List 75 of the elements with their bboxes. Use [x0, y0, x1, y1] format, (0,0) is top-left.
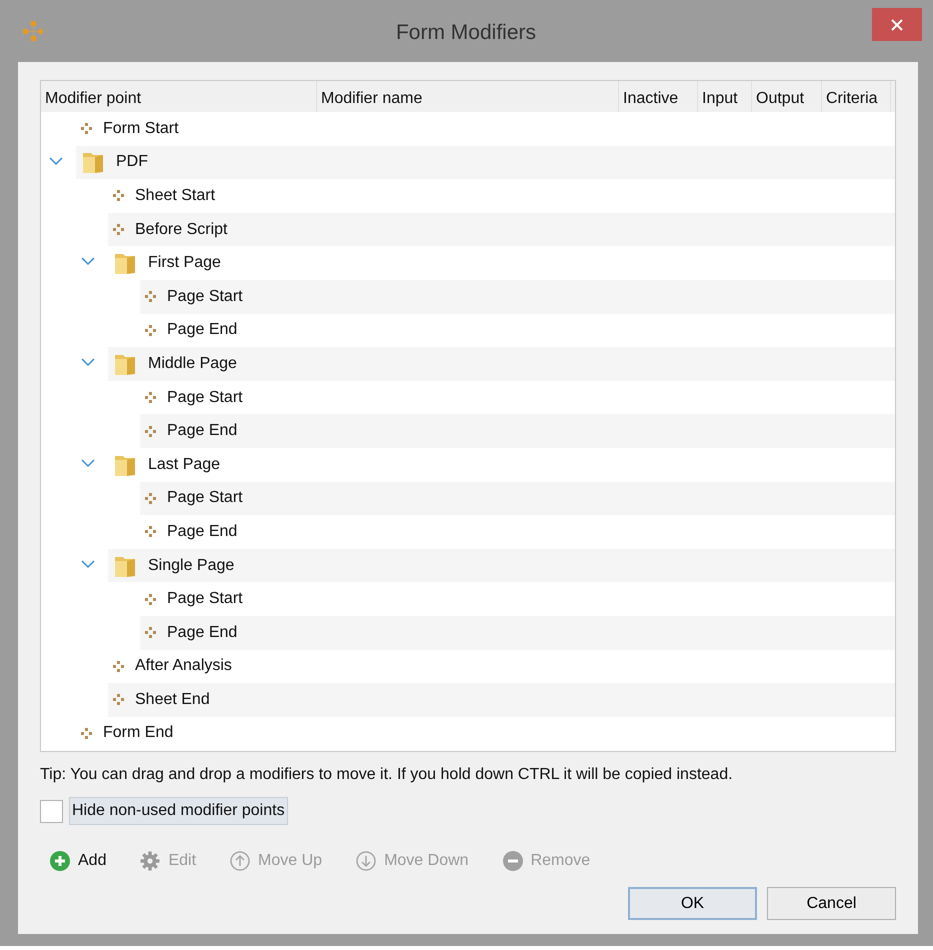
tree-row[interactable]: Last Page	[108, 448, 895, 482]
modifier-point-icon	[81, 728, 92, 739]
column-header[interactable]: Input	[698, 81, 752, 112]
close-button[interactable]	[872, 8, 922, 41]
tree-item-label: Page End	[167, 622, 238, 643]
collapse-chevron-icon[interactable]	[49, 156, 63, 166]
add-button[interactable]: Add	[50, 849, 106, 873]
tree-item-label: Form End	[103, 723, 174, 744]
tree-row[interactable]: Page End	[140, 616, 895, 650]
modifier-point-icon	[145, 291, 156, 302]
app-icon	[22, 20, 44, 42]
tree-row[interactable]: Sheet Start	[108, 179, 895, 213]
modifier-point-icon	[145, 526, 156, 538]
tree-item-label: Middle Page	[148, 354, 237, 374]
tree-item-label: Page End	[167, 421, 238, 442]
add-icon	[50, 851, 70, 871]
tree-item-label: Page End	[167, 522, 238, 542]
modifier-point-icon	[145, 627, 156, 638]
column-header[interactable]: Inactive	[619, 81, 698, 112]
folder-icon	[114, 251, 136, 276]
checkbox-label[interactable]: Hide non-used modifier points	[69, 797, 288, 825]
tree-row[interactable]: After Analysis	[108, 650, 895, 684]
tree-row[interactable]: Before Script	[108, 212, 895, 246]
collapse-chevron-icon[interactable]	[81, 458, 95, 468]
tree-item-label: Sheet End	[135, 690, 210, 710]
tree-item-label: Page Start	[167, 286, 243, 307]
tree-row[interactable]: First Page	[108, 246, 895, 280]
checkbox[interactable]	[40, 800, 63, 822]
tree-row[interactable]: Page End	[140, 515, 895, 549]
tree-item-label: After Analysis	[135, 656, 232, 676]
tree-row[interactable]: Page End	[140, 414, 895, 448]
tree-item-label: Page Start	[167, 388, 243, 408]
tree-item-label: Last Page	[148, 454, 220, 475]
dialog-button[interactable]: Cancel	[767, 887, 896, 920]
tree-row[interactable]: Page Start	[140, 280, 895, 314]
tree-item-label: Page Start	[167, 488, 243, 508]
tree-item-label: Form Start	[103, 118, 179, 139]
tree-item-label: First Page	[148, 253, 221, 274]
window-title: Form Modifiers	[394, 20, 538, 46]
collapse-chevron-icon[interactable]	[81, 256, 95, 266]
tip-text: Tip: You can drag and drop a modifiers to move it. If you hold down CTRL it will be copied instead.	[40, 765, 734, 785]
modifier-point-icon	[113, 190, 124, 202]
column-header[interactable]: Criteria	[822, 81, 891, 112]
tree-item-label: Single Page	[148, 556, 234, 576]
modifier-point-icon	[145, 492, 156, 504]
tree-item-label: Page End	[167, 320, 238, 340]
tree-row[interactable]: Form Start	[76, 112, 895, 146]
modifier-point-icon	[145, 392, 156, 404]
gear-icon	[140, 851, 160, 871]
tree-item-label: Page Start	[167, 589, 243, 610]
tree-row[interactable]: Page Start	[140, 582, 895, 616]
tree-row[interactable]: Sheet End	[108, 683, 895, 717]
modifier-point-icon	[145, 324, 156, 336]
modifier-point-icon	[113, 224, 124, 236]
remove-icon	[502, 851, 523, 871]
collapse-chevron-icon[interactable]	[81, 558, 95, 569]
modifier-point-icon	[145, 594, 156, 605]
column-header[interactable]: Output	[752, 81, 822, 112]
collapse-chevron-icon[interactable]	[81, 357, 95, 368]
folder-icon	[82, 150, 104, 174]
tree-item-label: Sheet Start	[135, 186, 216, 206]
tree-item-label: PDF	[116, 152, 148, 172]
column-header[interactable]: Modifier name	[317, 81, 619, 112]
modifier-point-icon	[113, 660, 124, 672]
modifier-point-icon	[145, 426, 156, 437]
tree-row[interactable]: Page End	[140, 314, 895, 348]
tree-row[interactable]: Page Start	[140, 380, 895, 414]
tree-row[interactable]: Form End	[76, 716, 895, 750]
modifier-point-icon	[113, 694, 124, 706]
column-header[interactable]: Modifier point	[41, 81, 317, 112]
tree-row[interactable]: Page Start	[140, 482, 895, 516]
close-icon	[891, 18, 903, 30]
dialog-button[interactable]: OK	[628, 887, 757, 920]
modifier-point-icon	[81, 123, 92, 134]
tree-item-label: Before Script	[135, 220, 228, 240]
